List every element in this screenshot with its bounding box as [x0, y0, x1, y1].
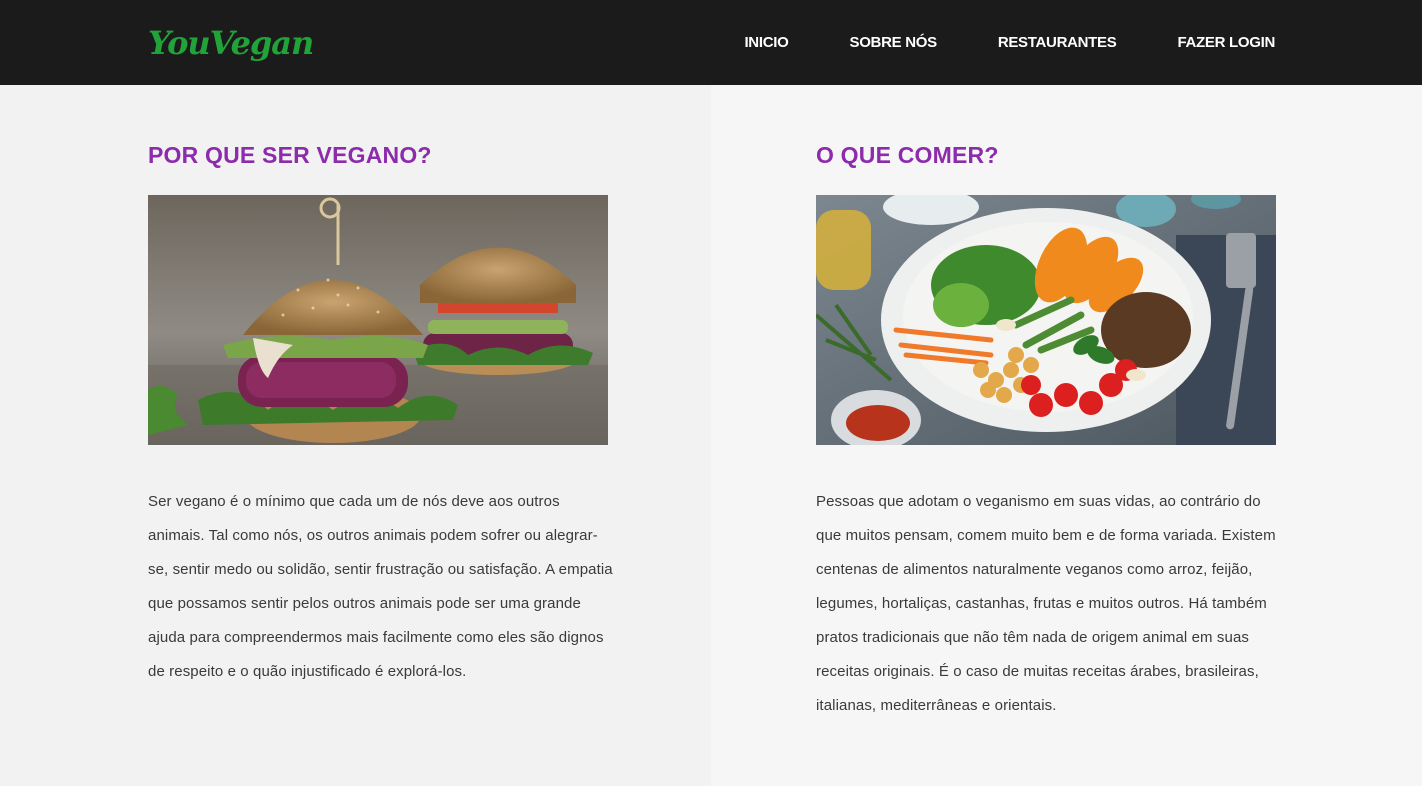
nav-link-sobre-nos[interactable]: SOBRE NÓS [849, 34, 937, 51]
nav-link-fazer-login[interactable]: FAZER LOGIN [1177, 34, 1275, 51]
section-why-vegan: POR QUE SER VEGANO? Ser vegano é o mínim… [0, 85, 711, 786]
vegan-bowl-photo [816, 195, 1276, 445]
content-area: POR QUE SER VEGANO? Ser vegano é o mínim… [0, 85, 1422, 786]
section-text: Pessoas que adotam o veganismo em suas v… [816, 493, 1276, 714]
nav-link-inicio[interactable]: INICIO [744, 34, 788, 51]
nav-link-restaurantes[interactable]: RESTAURANTES [998, 34, 1117, 51]
veggie-burgers-photo [148, 195, 608, 445]
section-title: O QUE COMER? [816, 142, 999, 168]
section-text: Ser vegano é o mínimo que cada um de nós… [148, 493, 613, 680]
youvegan-logo[interactable]: YouVegan [148, 24, 314, 62]
section-title: POR QUE SER VEGANO? [148, 142, 432, 168]
main-nav: INICIO SOBRE NÓS RESTAURANTES FAZER LOGI… [744, 34, 1275, 51]
top-navbar: YouVegan INICIO SOBRE NÓS RESTAURANTES F… [0, 0, 1422, 85]
section-what-to-eat: O QUE COMER? Pessoas que adotam o vegani… [711, 85, 1422, 786]
